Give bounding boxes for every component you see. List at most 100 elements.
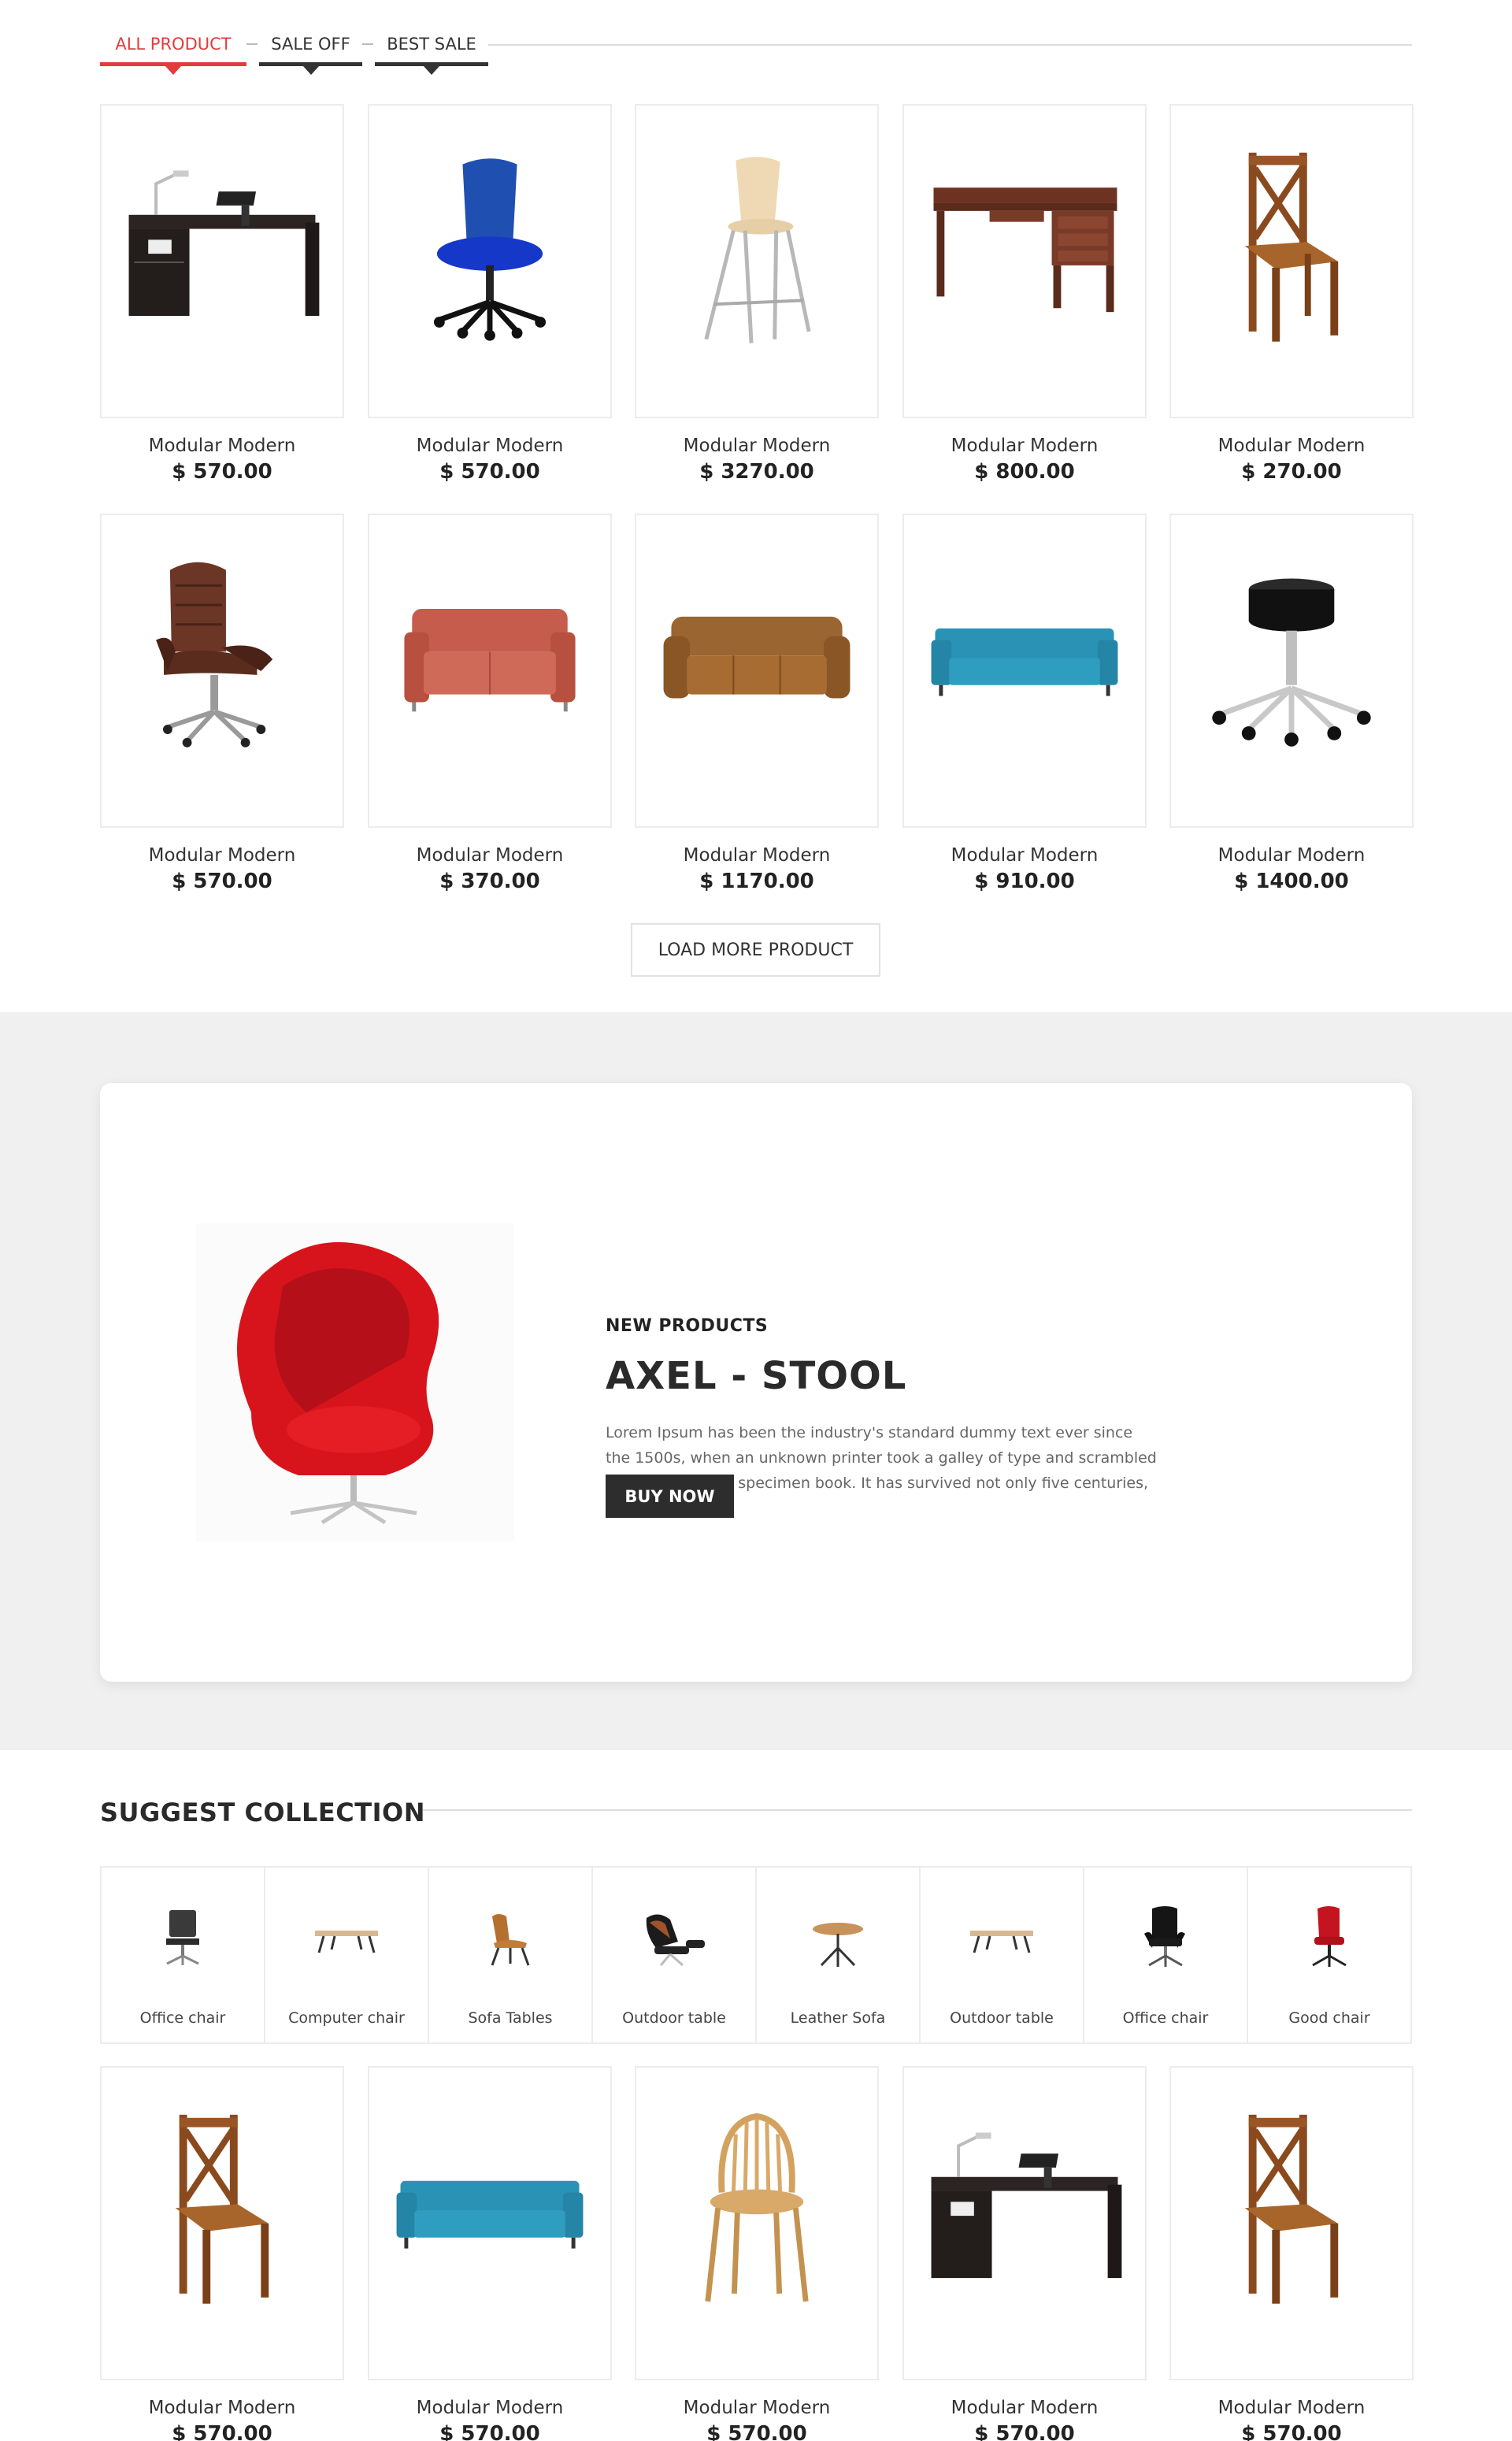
- product-image[interactable]: [902, 104, 1147, 418]
- tab-all-product[interactable]: ALL PRODUCT: [100, 27, 246, 75]
- product-image[interactable]: [635, 104, 879, 418]
- spindle-chair-icon: [705, 2113, 809, 2302]
- wood-lounge-chair-icon: [491, 1914, 530, 1966]
- category-sofa-tables[interactable]: Sofa Tables: [429, 1868, 593, 2042]
- product-image[interactable]: [1169, 514, 1414, 828]
- product-image[interactable]: [100, 514, 344, 828]
- tab-active-pointer: [165, 66, 181, 75]
- lounge-chair-ottoman-icon: [646, 1914, 705, 1967]
- product-card[interactable]: Modular Modern $ 570.00: [100, 514, 344, 896]
- product-card[interactable]: Modular Modern $ 370.00: [368, 514, 612, 896]
- tab-separator: [246, 43, 258, 45]
- tab-pointer: [302, 66, 319, 75]
- product-name[interactable]: Modular Modern: [635, 434, 879, 458]
- wooden-chair-icon: [1244, 152, 1339, 342]
- product-card[interactable]: Modular Modern $ 570.00: [1169, 2066, 1414, 2441]
- low-table-icon: [970, 1931, 1033, 1953]
- product-card[interactable]: Modular Modern $ 3270.00: [635, 104, 879, 486]
- leather-office-chair-icon: [156, 562, 273, 748]
- category-computer-chair[interactable]: Computer chair: [265, 1868, 429, 2042]
- feature-product-image[interactable]: [196, 1223, 514, 1541]
- product-image[interactable]: [100, 104, 344, 418]
- product-image[interactable]: [368, 104, 612, 418]
- product-name[interactable]: Modular Modern: [100, 2396, 344, 2420]
- low-table-icon: [315, 1931, 378, 1953]
- product-card[interactable]: Modular Modern $ 1170.00: [635, 514, 879, 896]
- product-name[interactable]: Modular Modern: [635, 2396, 879, 2420]
- product-card[interactable]: Modular Modern $ 570.00: [100, 104, 344, 486]
- category-leather-sofa[interactable]: Leather Sofa: [757, 1868, 921, 2042]
- product-price: $ 800.00: [974, 460, 1075, 484]
- wooden-chair-icon: [175, 2114, 269, 2304]
- mesh-office-chair-icon: [166, 1910, 199, 1965]
- product-image[interactable]: [1169, 104, 1414, 418]
- category-label: Outdoor table: [950, 2009, 1054, 2027]
- category-office-chair[interactable]: Office chair: [102, 1868, 265, 2042]
- product-card[interactable]: Modular Modern $ 1400.00: [1169, 514, 1414, 896]
- feature-card: NEW PRODUCTS AXEL - STOOL Lorem Ipsum ha…: [100, 1083, 1412, 1682]
- computer-desk-icon: [931, 2132, 1122, 2279]
- product-name[interactable]: Modular Modern: [1169, 844, 1414, 867]
- product-card[interactable]: Modular Modern $ 570.00: [368, 104, 612, 486]
- product-image[interactable]: [368, 514, 612, 828]
- product-card[interactable]: Modular Modern $ 570.00: [902, 2066, 1147, 2441]
- product-name[interactable]: Modular Modern: [902, 844, 1147, 867]
- product-card[interactable]: Modular Modern $ 270.00: [1169, 104, 1414, 486]
- tab-label: ALL PRODUCT: [115, 35, 232, 54]
- tab-label: BEST SALE: [387, 35, 476, 54]
- product-name[interactable]: Modular Modern: [100, 434, 344, 458]
- product-image[interactable]: [1169, 2066, 1414, 2380]
- category-label: Outdoor table: [622, 2009, 726, 2027]
- category-label: Office chair: [1122, 2009, 1209, 2027]
- load-more-button[interactable]: LOAD MORE PRODUCT: [631, 923, 880, 977]
- category-label: Good chair: [1288, 2009, 1370, 2027]
- product-price: $ 570.00: [172, 2422, 272, 2441]
- product-name[interactable]: Modular Modern: [1169, 2396, 1414, 2420]
- product-name[interactable]: Modular Modern: [368, 434, 612, 458]
- tab-separator: [362, 43, 373, 45]
- product-name[interactable]: Modular Modern: [902, 2396, 1147, 2420]
- product-price: $ 570.00: [706, 2422, 807, 2441]
- feature-eyebrow: NEW PRODUCTS: [606, 1316, 769, 1336]
- product-name[interactable]: Modular Modern: [368, 2396, 612, 2420]
- product-card[interactable]: Modular Modern $ 800.00: [902, 104, 1147, 486]
- feature-title: AXEL - STOOL: [606, 1354, 907, 1398]
- product-name[interactable]: Modular Modern: [368, 844, 612, 867]
- category-outdoor-table[interactable]: Outdoor table: [593, 1868, 757, 2042]
- product-image[interactable]: [635, 514, 879, 828]
- product-image[interactable]: [902, 2066, 1147, 2380]
- product-filter-tabs: ALL PRODUCT SALE OFF BEST SALE: [100, 27, 1412, 75]
- tab-label: SALE OFF: [271, 35, 350, 54]
- wooden-chair-icon: [1244, 2114, 1339, 2304]
- product-card[interactable]: Modular Modern $ 910.00: [902, 514, 1147, 896]
- product-name[interactable]: Modular Modern: [100, 844, 344, 867]
- category-label: Leather Sofa: [790, 2009, 886, 2027]
- executive-chair-icon: [1144, 1906, 1185, 1967]
- bar-stool-icon: [704, 157, 811, 343]
- suggest-collection-title: SUGGEST COLLECTION: [100, 1797, 425, 1827]
- tab-pointer: [424, 66, 439, 75]
- product-image[interactable]: [635, 2066, 879, 2380]
- product-name[interactable]: Modular Modern: [635, 844, 879, 867]
- product-price: $ 570.00: [1241, 2422, 1342, 2441]
- product-name[interactable]: Modular Modern: [1169, 434, 1414, 458]
- product-image[interactable]: [902, 514, 1147, 828]
- product-image[interactable]: [100, 2066, 344, 2380]
- category-office-chair-2[interactable]: Office chair: [1084, 1868, 1248, 2042]
- product-price: $ 570.00: [439, 460, 540, 484]
- buy-now-button[interactable]: BUY NOW: [606, 1475, 734, 1518]
- red-loveseat-icon: [404, 609, 576, 712]
- product-card[interactable]: Modular Modern $ 570.00: [368, 2066, 612, 2441]
- product-price: $ 570.00: [172, 460, 272, 484]
- product-card[interactable]: Modular Modern $ 570.00: [635, 2066, 879, 2441]
- product-price: $ 570.00: [172, 870, 272, 893]
- product-card[interactable]: Modular Modern $ 570.00: [100, 2066, 344, 2441]
- category-outdoor-table-2[interactable]: Outdoor table: [921, 1868, 1084, 2042]
- tab-best-sale[interactable]: BEST SALE: [375, 27, 488, 75]
- product-image[interactable]: [368, 2066, 612, 2380]
- round-table-icon: [813, 1923, 863, 1967]
- product-price: $ 1400.00: [1234, 870, 1349, 893]
- tab-sale-off[interactable]: SALE OFF: [259, 27, 362, 75]
- product-name[interactable]: Modular Modern: [902, 434, 1147, 458]
- category-good-chair[interactable]: Good chair: [1248, 1868, 1410, 2042]
